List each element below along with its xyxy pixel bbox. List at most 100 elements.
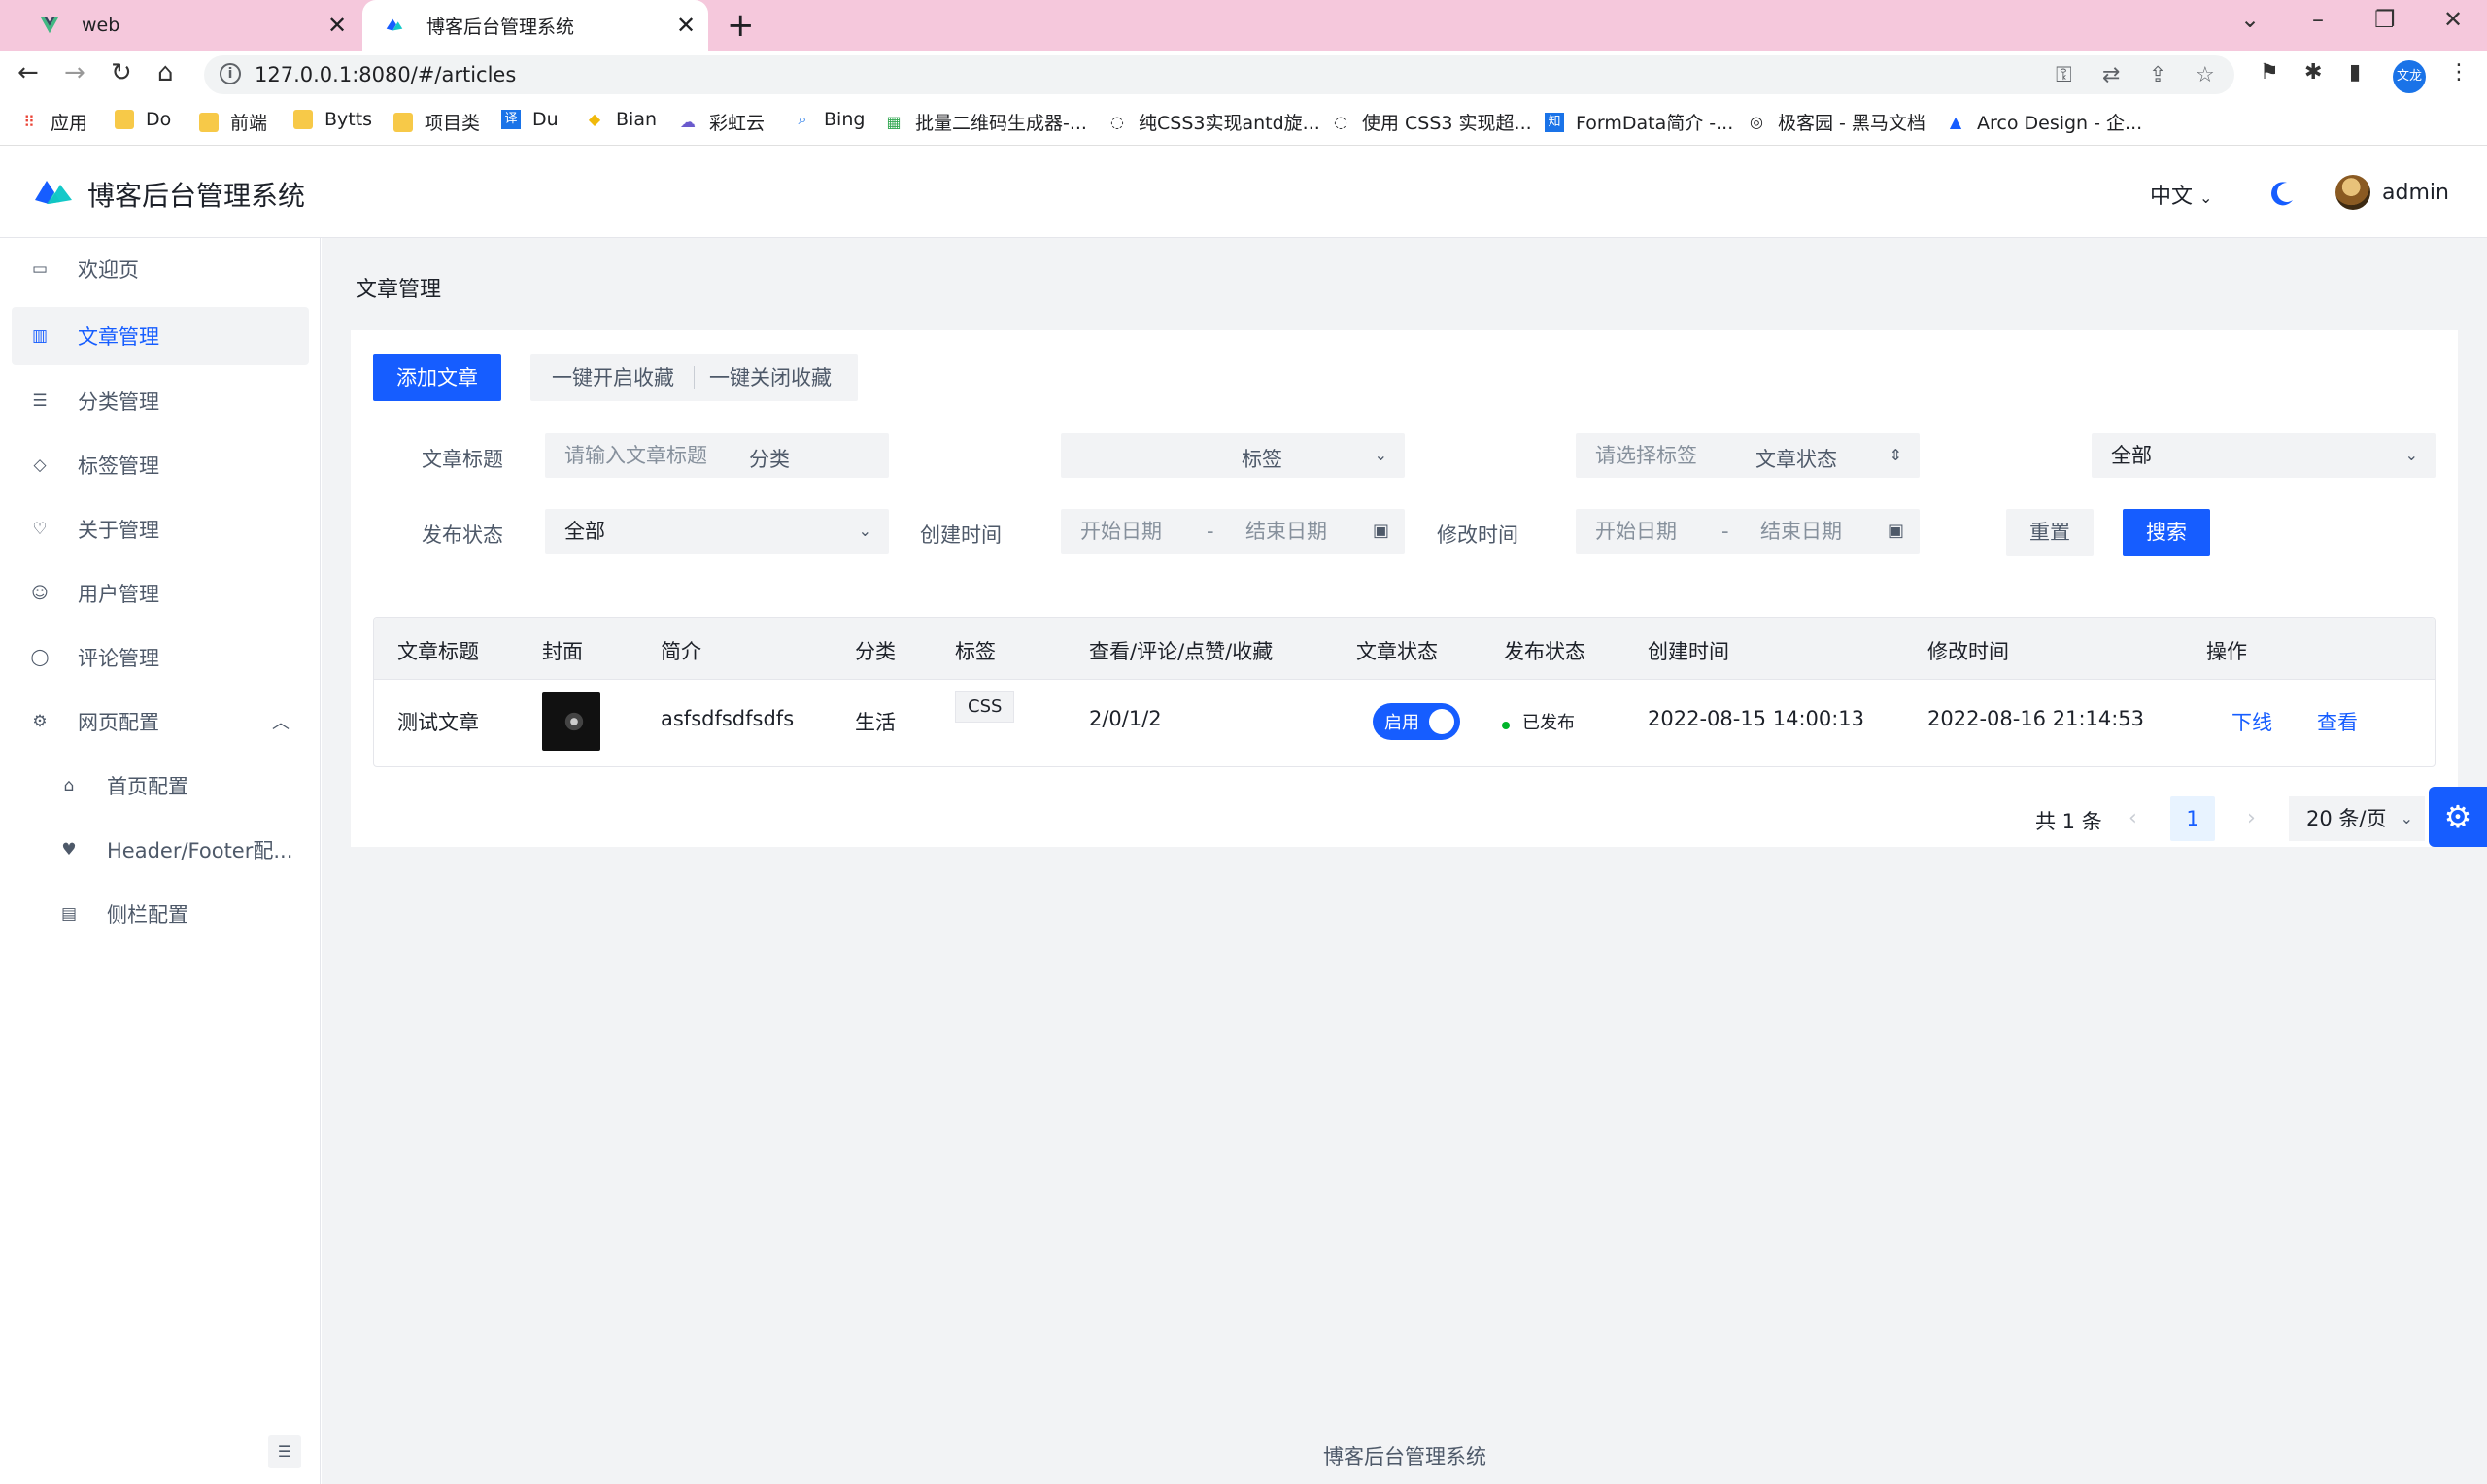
column-header: 封面 [542, 640, 583, 663]
star-icon[interactable]: ☆ [2196, 63, 2215, 87]
column-header: 简介 [661, 640, 701, 663]
breadcrumb: 文章管理 [356, 278, 442, 302]
tag-badge: CSS [955, 691, 1015, 723]
bookmark-link[interactable]: ▲ Arco Design - 企... [1946, 109, 2142, 135]
sidebar-item-about[interactable]: ♡ 关于管理 [12, 500, 309, 558]
sidebar-item-header-footer-config[interactable]: ♥ Header/Footer配... [12, 821, 309, 879]
reload-icon[interactable]: ↻ [111, 58, 132, 87]
bookmark-link[interactable]: 知 FormData简介 -... [1545, 109, 1733, 135]
offline-link[interactable]: 下线 [2231, 707, 2272, 736]
sidebar-item-site-config[interactable]: ⚙ 网页配置 ︿ [12, 692, 309, 751]
table-header: 文章标题 封面 简介 分类 标签 查看/评论/点赞/收藏 文章状态 发布状态 创… [374, 618, 2435, 679]
tag-filter-label: 标签 [1242, 448, 1282, 471]
bookmark-folder[interactable]: 项目类 [393, 109, 480, 135]
kebab-menu-icon[interactable]: ⋮ [2448, 60, 2470, 84]
sidebar-item-articles[interactable]: ▥ 文章管理 [12, 307, 309, 365]
sidebar-item-categories[interactable]: ☰ 分类管理 [12, 372, 309, 430]
key-icon[interactable]: ⚿ [2056, 63, 2072, 87]
column-header: 分类 [855, 640, 896, 663]
close-icon[interactable]: ✕ [676, 12, 696, 39]
table-icon: ▤ [60, 904, 78, 924]
pagination-page[interactable]: 1 [2170, 796, 2215, 841]
qr-code-icon: ▦ [886, 112, 902, 131]
sidepanel-icon[interactable]: ▮ [2349, 60, 2361, 84]
bookmark-link[interactable]: ◌ 纯CSS3实现antd旋... [1107, 109, 1320, 135]
main-content: 文章管理 添加文章 一键开启收藏 一键关闭收藏 文章标题 请输入文章标题 分类 … [322, 238, 2487, 1484]
status-filter-label: 文章状态 [1755, 448, 1837, 471]
created-time-cell: 2022-08-15 14:00:13 [1648, 707, 1865, 730]
page-size-select[interactable]: 20 条/页 ⌄ [2289, 796, 2425, 841]
bookmark-folder[interactable]: 前端 [199, 109, 267, 135]
profile-avatar[interactable]: 文龙 [2393, 60, 2426, 93]
back-icon[interactable]: ← [17, 58, 39, 87]
sidebar-item-comments[interactable]: ◯ 评论管理 [12, 628, 309, 687]
bookmark-apps[interactable]: ⠿ 应用 [19, 109, 87, 135]
browser-tab-active[interactable]: 博客后台管理系统 ✕ [362, 0, 708, 51]
browser-tab-web[interactable]: web ✕ [0, 0, 359, 51]
close-window-icon[interactable]: ✕ [2443, 6, 2463, 33]
bookmark-link[interactable]: ◌ 使用 CSS3 实现超... [1331, 109, 1532, 135]
article-status-toggle[interactable]: 启用 [1373, 703, 1460, 740]
language-select[interactable]: 中文 ⌄ [2150, 179, 2212, 210]
reset-button[interactable]: 重置 [2006, 509, 2094, 556]
disable-favorites-button[interactable]: 一键关闭收藏 [709, 354, 832, 401]
moon-icon[interactable] [2267, 179, 2297, 208]
new-tab-icon[interactable]: + [727, 6, 755, 45]
bookmark-folder[interactable]: Do [115, 109, 171, 130]
book-icon: ▥ [31, 326, 49, 346]
heart-filled-icon: ♥ [61, 840, 77, 860]
tab-search-icon[interactable]: ⌄ [2240, 6, 2260, 33]
omnibox[interactable]: i 127.0.0.1:8080/#/articles ⚿ ⇄ ⇪ ☆ [204, 55, 2234, 94]
globe-icon: ◎ [1750, 112, 1763, 131]
bookmark-link[interactable]: ☁ 彩虹云 [678, 109, 765, 135]
sidebar-item-home-config[interactable]: ⌂ 首页配置 [12, 757, 309, 815]
share-icon[interactable]: ⇪ [2149, 63, 2166, 87]
forward-icon[interactable]: → [64, 58, 85, 87]
created-date-range[interactable]: 开始日期 - 结束日期 ▣ [1061, 509, 1405, 554]
column-header: 标签 [955, 640, 996, 663]
sidebar-item-tags[interactable]: ◇ 标签管理 [12, 436, 309, 494]
minimize-icon[interactable]: – [2312, 6, 2324, 33]
tag-select[interactable]: 请选择标签 ⇕ [1576, 433, 1920, 478]
modified-date-range[interactable]: 开始日期 - 结束日期 ▣ [1576, 509, 1920, 554]
tab-title: 博客后台管理系统 [426, 16, 575, 38]
prev-page-icon[interactable]: ‹ [2129, 806, 2137, 830]
settings-gear-icon[interactable]: ⚙ [2429, 787, 2487, 847]
bookmark-link[interactable]: ◎ 极客园 - 黑马文档 [1747, 109, 1925, 135]
title-filter-input[interactable]: 请输入文章标题 [545, 433, 889, 478]
status-select[interactable]: 全部 ⌄ [2092, 433, 2436, 478]
publish-select[interactable]: 全部 ⌄ [545, 509, 889, 554]
collapse-menu-icon[interactable]: ☰ [268, 1435, 301, 1468]
home-icon[interactable]: ⌂ [157, 58, 174, 87]
sidebar: ▭ 欢迎页 ▥ 文章管理 ☰ 分类管理 ◇ 标签管理 ♡ 关于管理 ☺ 用户管理… [0, 238, 321, 1484]
sidebar-item-sidebar-config[interactable]: ▤ 侧栏配置 [12, 885, 309, 943]
bookmark-link[interactable]: ◆ Bian [585, 109, 657, 130]
apps-grid-icon: ⠿ [23, 112, 35, 131]
sidebar-item-welcome[interactable]: ▭ 欢迎页 [12, 240, 309, 298]
view-link[interactable]: 查看 [2317, 707, 2358, 736]
column-header: 文章标题 [397, 640, 479, 663]
chevron-down-icon: ⌄ [2400, 809, 2413, 827]
bookmark-link[interactable]: 译 Du [501, 109, 559, 130]
address-bar: ← → ↻ ⌂ i 127.0.0.1:8080/#/articles ⚿ ⇄ … [0, 51, 2487, 99]
search-button[interactable]: 搜索 [2123, 509, 2210, 556]
extension-badge-icon[interactable]: ⚑ [2260, 60, 2279, 84]
translate-icon[interactable]: ⇄ [2102, 63, 2120, 87]
bookmark-link[interactable]: ▦ 批量二维码生成器-... [884, 109, 1087, 135]
next-page-icon[interactable]: › [2247, 806, 2256, 830]
restore-icon[interactable]: ❐ [2374, 6, 2396, 33]
username[interactable]: admin [2382, 181, 2449, 205]
close-icon[interactable]: ✕ [327, 12, 347, 39]
enable-favorites-button[interactable]: 一键开启收藏 [552, 354, 674, 401]
bookmark-link[interactable]: ⌕ Bing [793, 109, 866, 130]
sidebar-item-users[interactable]: ☺ 用户管理 [12, 564, 309, 623]
add-article-button[interactable]: 添加文章 [373, 354, 501, 401]
url-text[interactable]: 127.0.0.1:8080/#/articles [255, 63, 516, 86]
comment-icon: ◯ [30, 648, 50, 667]
site-info-icon[interactable]: i [220, 63, 241, 84]
folder-icon [115, 110, 134, 129]
category-select[interactable]: ⌄ [1061, 433, 1405, 478]
avatar[interactable] [2335, 175, 2370, 210]
bookmark-folder[interactable]: Bytts [293, 109, 372, 130]
puzzle-icon[interactable]: ✱ [2304, 60, 2322, 84]
